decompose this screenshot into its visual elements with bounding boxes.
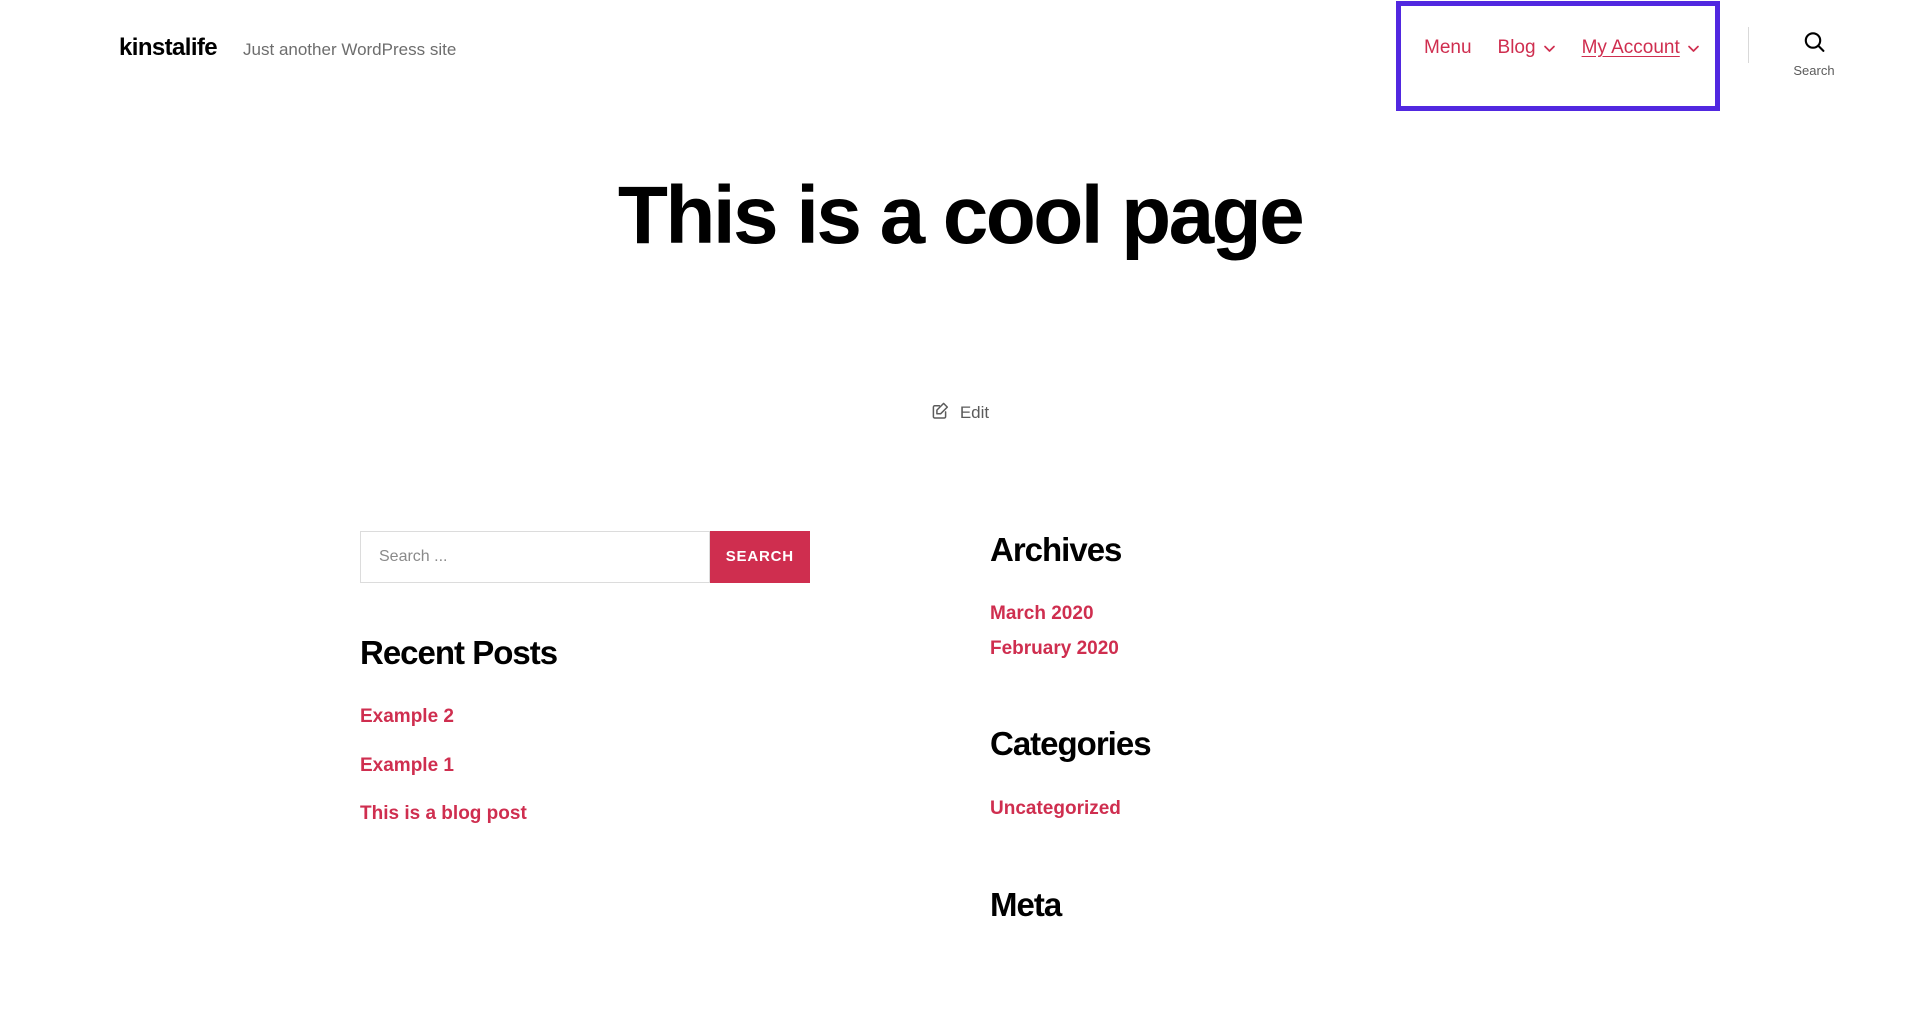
list-item: Example 2 bbox=[360, 703, 810, 732]
widget-area: SEARCH Recent Posts Example 2 Example 1 … bbox=[0, 530, 1920, 954]
edit-pencil-square-icon bbox=[931, 401, 950, 425]
nav-item-blog[interactable]: Blog bbox=[1498, 38, 1556, 57]
list-item: Uncategorized bbox=[990, 795, 1440, 824]
nav-item-menu[interactable]: Menu bbox=[1424, 38, 1472, 57]
search-form: SEARCH bbox=[360, 530, 810, 583]
page-header: This is a cool page bbox=[0, 170, 1920, 261]
recent-post-link[interactable]: Example 2 bbox=[360, 703, 454, 732]
recent-posts-list: Example 2 Example 1 This is a blog post bbox=[360, 703, 810, 829]
site-description: Just another WordPress site bbox=[243, 40, 457, 59]
widget-title: Meta bbox=[990, 885, 1062, 923]
primary-navigation: Menu Blog My Account bbox=[1424, 38, 1700, 57]
edit-page-link[interactable]: Edit bbox=[931, 401, 989, 425]
list-item: March 2020 bbox=[990, 600, 1440, 629]
category-link[interactable]: Uncategorized bbox=[990, 795, 1121, 824]
list-item: February 2020 bbox=[990, 635, 1440, 664]
list-item: This is a blog post bbox=[360, 800, 810, 829]
archive-link[interactable]: February 2020 bbox=[990, 635, 1119, 664]
search-input[interactable] bbox=[360, 530, 710, 583]
site-title[interactable]: kinstalife bbox=[119, 36, 218, 60]
chevron-down-icon[interactable] bbox=[1543, 42, 1556, 55]
search-widget: SEARCH bbox=[360, 530, 810, 583]
search-toggle-button[interactable]: Search bbox=[1768, 30, 1860, 77]
search-toggle-label: Search bbox=[1793, 63, 1835, 78]
recent-posts-widget: Recent Posts Example 2 Example 1 This is… bbox=[360, 634, 810, 829]
archives-widget: Archives March 2020 February 2020 bbox=[990, 531, 1440, 664]
header-divider bbox=[1748, 27, 1749, 63]
site-header: kinstalife Just another WordPress site M… bbox=[0, 0, 1920, 111]
nav-item-my-account[interactable]: My Account bbox=[1582, 38, 1700, 57]
widget-title: Categories bbox=[990, 725, 1152, 763]
site-branding: kinstalife Just another WordPress site bbox=[119, 36, 456, 60]
list-item: Example 1 bbox=[360, 752, 810, 781]
widget-column-right: Archives March 2020 February 2020 Catego… bbox=[990, 531, 1440, 954]
entry-footer: Edit bbox=[0, 401, 1920, 425]
categories-widget: Categories Uncategorized bbox=[990, 725, 1440, 823]
widget-title: Archives bbox=[990, 530, 1122, 568]
widget-title: Recent Posts bbox=[360, 633, 558, 671]
nav-item-label: My Account bbox=[1581, 37, 1680, 58]
page-title: This is a cool page bbox=[617, 170, 1305, 261]
recent-post-link[interactable]: Example 1 bbox=[360, 752, 454, 781]
search-submit-button[interactable]: SEARCH bbox=[709, 530, 810, 583]
search-icon bbox=[1802, 30, 1827, 58]
recent-post-link[interactable]: This is a blog post bbox=[360, 800, 527, 829]
nav-item-label: Menu bbox=[1424, 37, 1472, 58]
edit-link-label: Edit bbox=[959, 402, 990, 422]
widget-column-left: SEARCH Recent Posts Example 2 Example 1 … bbox=[360, 530, 810, 954]
archive-link[interactable]: March 2020 bbox=[990, 600, 1094, 629]
chevron-down-icon[interactable] bbox=[1687, 42, 1700, 55]
nav-item-label: Blog bbox=[1497, 37, 1536, 58]
archives-list: March 2020 February 2020 bbox=[990, 600, 1440, 663]
meta-widget: Meta bbox=[990, 886, 1440, 924]
categories-list: Uncategorized bbox=[990, 795, 1440, 824]
